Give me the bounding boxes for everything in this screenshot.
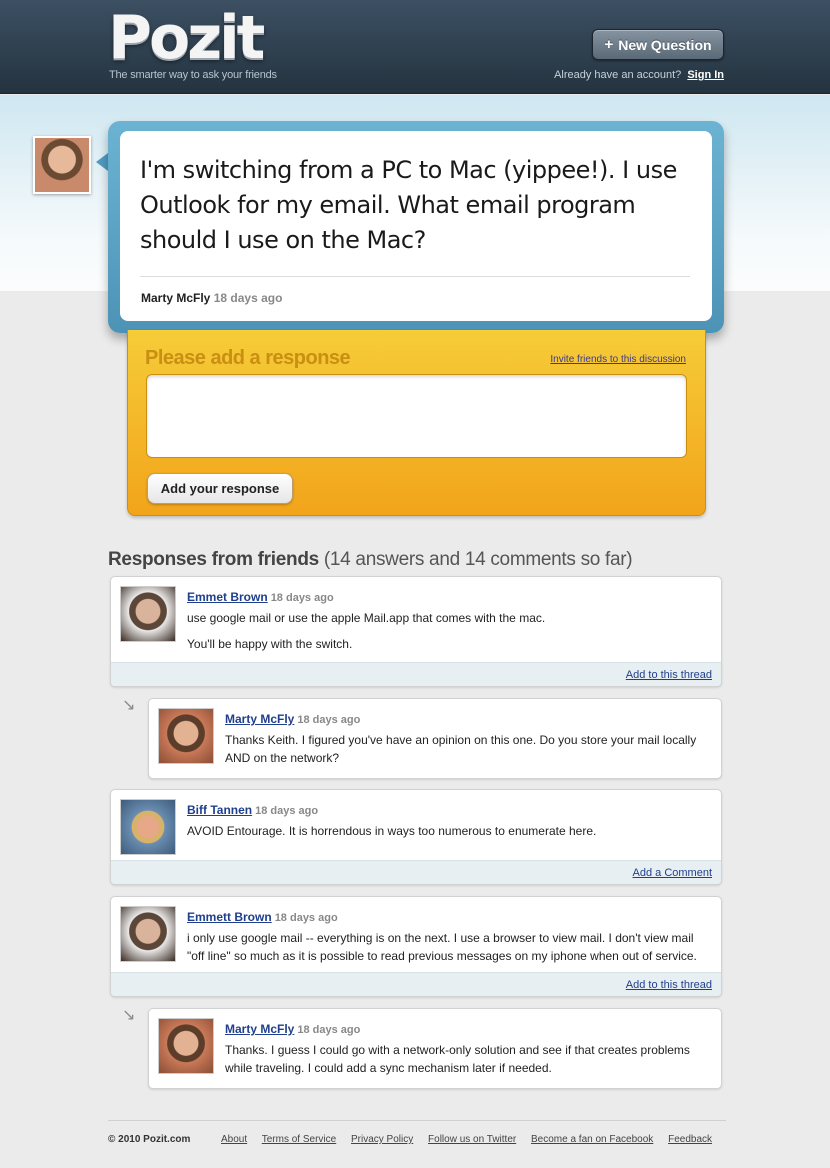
footer-link-terms[interactable]: Terms of Service bbox=[262, 1134, 336, 1145]
response-body: i only use google mail -- everything is … bbox=[187, 929, 711, 965]
response-footer: Add a Comment bbox=[111, 860, 721, 884]
reply-arrow-icon: ↘ bbox=[122, 1007, 136, 1024]
site-header: Pozit The smarter way to ask your friend… bbox=[0, 0, 830, 94]
question-inner: I'm switching from a PC to Mac (yippee!)… bbox=[120, 131, 712, 321]
avatar bbox=[120, 586, 176, 642]
add-response-button[interactable]: Add your response bbox=[147, 473, 293, 504]
response-time: 18 days ago bbox=[270, 592, 334, 604]
reply-arrow-icon: ↘ bbox=[122, 697, 136, 714]
responses-summary: (14 answers and 14 comments so far) bbox=[323, 549, 633, 570]
sign-in-link[interactable]: Sign In bbox=[687, 69, 724, 81]
response-body: use google mail or use the apple Mail.ap… bbox=[187, 609, 711, 653]
response-author[interactable]: Emmet Brown bbox=[187, 590, 268, 604]
comment-content: Marty McFly 18 days ago Thanks Keith. I f… bbox=[225, 710, 711, 767]
footer-link-feedback[interactable]: Feedback bbox=[668, 1134, 712, 1145]
response-body: AVOID Entourage. It is horrendous in way… bbox=[187, 822, 711, 840]
question-meta: Marty McFly 18 days ago bbox=[141, 291, 282, 305]
new-question-button[interactable]: + New Question bbox=[592, 29, 724, 60]
response-text: You'll be happy with the switch. bbox=[187, 637, 353, 651]
account-prompt-text: Already have an account? bbox=[554, 69, 682, 81]
question-card: I'm switching from a PC to Mac (yippee!)… bbox=[108, 121, 724, 333]
plus-icon: + bbox=[604, 36, 614, 53]
response-content: Biff Tannen 18 days ago AVOID Entourage. … bbox=[187, 801, 711, 840]
footer-link-privacy[interactable]: Privacy Policy bbox=[351, 1134, 413, 1145]
comment-body: Thanks Keith. I figured you've have an o… bbox=[225, 731, 711, 767]
invite-friends-link[interactable]: Invite friends to this discussion bbox=[550, 354, 686, 365]
avatar bbox=[120, 799, 176, 855]
pozit-logo[interactable]: Pozit bbox=[108, 4, 265, 72]
avatar bbox=[158, 1018, 214, 1074]
question-time: 18 days ago bbox=[213, 291, 283, 305]
response-title: Please add a response bbox=[145, 347, 351, 369]
comment-time: 18 days ago bbox=[297, 714, 361, 726]
responses-title: Responses from friends bbox=[108, 549, 319, 570]
comment-author[interactable]: Marty McFly bbox=[225, 712, 294, 726]
response-content: Emmet Brown 18 days ago use google mail o… bbox=[187, 588, 711, 653]
response-author[interactable]: Biff Tannen bbox=[187, 803, 252, 817]
comment-content: Marty McFly 18 days ago Thanks. I guess I… bbox=[225, 1020, 711, 1077]
response-card: Emmett Brown 18 days ago i only use googl… bbox=[110, 896, 722, 997]
response-textarea[interactable] bbox=[146, 374, 687, 458]
comment-author[interactable]: Marty McFly bbox=[225, 1022, 294, 1036]
question-author: Marty McFly bbox=[141, 291, 211, 305]
comment-card: Marty McFly 18 days ago Thanks Keith. I f… bbox=[148, 698, 722, 779]
footer-link-about[interactable]: About bbox=[221, 1134, 247, 1145]
response-author[interactable]: Emmett Brown bbox=[187, 910, 272, 924]
page-footer: © 2010 Pozit.com About Terms of Service … bbox=[108, 1120, 726, 1145]
new-question-label: New Question bbox=[618, 36, 712, 53]
comment-text: Thanks Keith. I figured you've have an o… bbox=[225, 733, 697, 765]
account-prompt: Already have an account? Sign In bbox=[554, 69, 724, 81]
response-card: Biff Tannen 18 days ago AVOID Entourage. … bbox=[110, 789, 722, 885]
add-to-thread-link[interactable]: Add to this thread bbox=[626, 979, 712, 991]
comment-text: Thanks. I guess I could go with a networ… bbox=[225, 1043, 690, 1075]
response-card: Emmet Brown 18 days ago use google mail o… bbox=[110, 576, 722, 687]
comment-body: Thanks. I guess I could go with a networ… bbox=[225, 1041, 711, 1077]
response-text: AVOID Entourage. It is horrendous in way… bbox=[187, 824, 597, 838]
response-footer: Add to this thread bbox=[111, 662, 721, 686]
response-time: 18 days ago bbox=[274, 912, 338, 924]
divider bbox=[140, 276, 690, 277]
responses-heading: Responses from friends (14 answers and 1… bbox=[108, 549, 633, 571]
footer-link-facebook[interactable]: Become a fan on Facebook bbox=[531, 1134, 653, 1145]
comment-card: Marty McFly 18 days ago Thanks. I guess I… bbox=[148, 1008, 722, 1089]
response-time: 18 days ago bbox=[255, 805, 319, 817]
add-to-thread-link[interactable]: Add to this thread bbox=[626, 669, 712, 681]
question-text: I'm switching from a PC to Mac (yippee!)… bbox=[140, 156, 677, 254]
avatar bbox=[33, 136, 91, 194]
avatar bbox=[158, 708, 214, 764]
footer-links: About Terms of Service Privacy Policy Fo… bbox=[221, 1134, 724, 1145]
comment-time: 18 days ago bbox=[297, 1024, 361, 1036]
response-text: i only use google mail -- everything is … bbox=[187, 931, 697, 963]
response-footer: Add to this thread bbox=[111, 972, 721, 996]
response-content: Emmett Brown 18 days ago i only use googl… bbox=[187, 908, 711, 965]
tagline: The smarter way to ask your friends bbox=[109, 69, 277, 81]
add-comment-link[interactable]: Add a Comment bbox=[633, 867, 712, 879]
response-form: Please add a response Invite friends to … bbox=[127, 330, 706, 516]
footer-link-twitter[interactable]: Follow us on Twitter bbox=[428, 1134, 516, 1145]
copyright: © 2010 Pozit.com bbox=[108, 1134, 191, 1145]
response-text: use google mail or use the apple Mail.ap… bbox=[187, 611, 546, 625]
avatar bbox=[120, 906, 176, 962]
